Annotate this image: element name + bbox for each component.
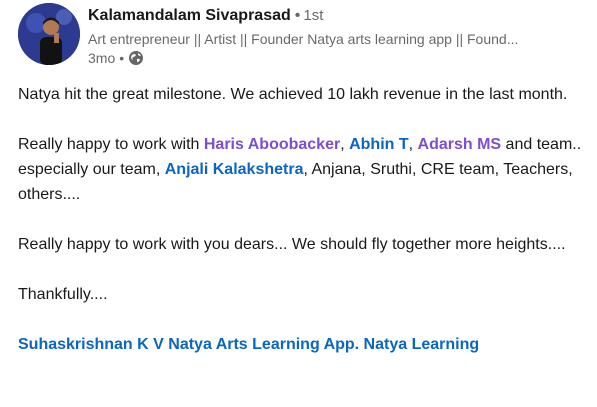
author-meta: Kalamandalam Sivaprasad • 1st Art entrepre… (88, 3, 588, 67)
mention-link[interactable]: Anjali Kalakshetra (165, 161, 304, 178)
time-separator: • (119, 50, 125, 66)
post-text: Natya hit the great milestone. We achiev… (18, 86, 568, 103)
post-text: Really happy to work with you dears... W… (18, 236, 566, 253)
post-paragraph-1: Natya hit the great milestone. We achiev… (18, 82, 586, 107)
post-text: Thankfully.... (18, 286, 108, 303)
tags-link[interactable]: Suhaskrishnan K V Natya Arts Learning Ap… (18, 336, 479, 353)
post-paragraph-3: Really happy to work with you dears... W… (18, 232, 586, 257)
post-text: , (340, 136, 350, 153)
post-header: Kalamandalam Sivaprasad • 1st Art entrepre… (18, 3, 588, 71)
post-time: 3mo (88, 50, 116, 66)
mention-link[interactable]: Abhin T (349, 136, 409, 153)
degree-separator: • (294, 7, 301, 24)
globe-icon (128, 50, 144, 66)
post-text: Really happy to work with (18, 136, 204, 153)
author-name[interactable]: Kalamandalam Sivaprasad (88, 7, 291, 24)
author-headline[interactable]: Art entrepreneur || Artist || Founder Na… (88, 29, 558, 49)
author-name-line: Kalamandalam Sivaprasad • 1st (88, 3, 588, 29)
post-body: Natya hit the great milestone. We achiev… (18, 82, 586, 357)
avatar[interactable] (18, 3, 80, 65)
connection-degree: 1st (303, 7, 324, 24)
mention-link[interactable]: Haris Aboobacker (204, 136, 340, 153)
mention-link[interactable]: Adarsh MS (418, 136, 502, 153)
post-paragraph-4: Thankfully.... (18, 282, 586, 307)
post-time-line: 3mo • (88, 49, 588, 67)
post-paragraph-2: Really happy to work with Haris Abooback… (18, 132, 586, 207)
post-text: , (408, 136, 418, 153)
post-tags: Suhaskrishnan K V Natya Arts Learning Ap… (18, 332, 586, 357)
